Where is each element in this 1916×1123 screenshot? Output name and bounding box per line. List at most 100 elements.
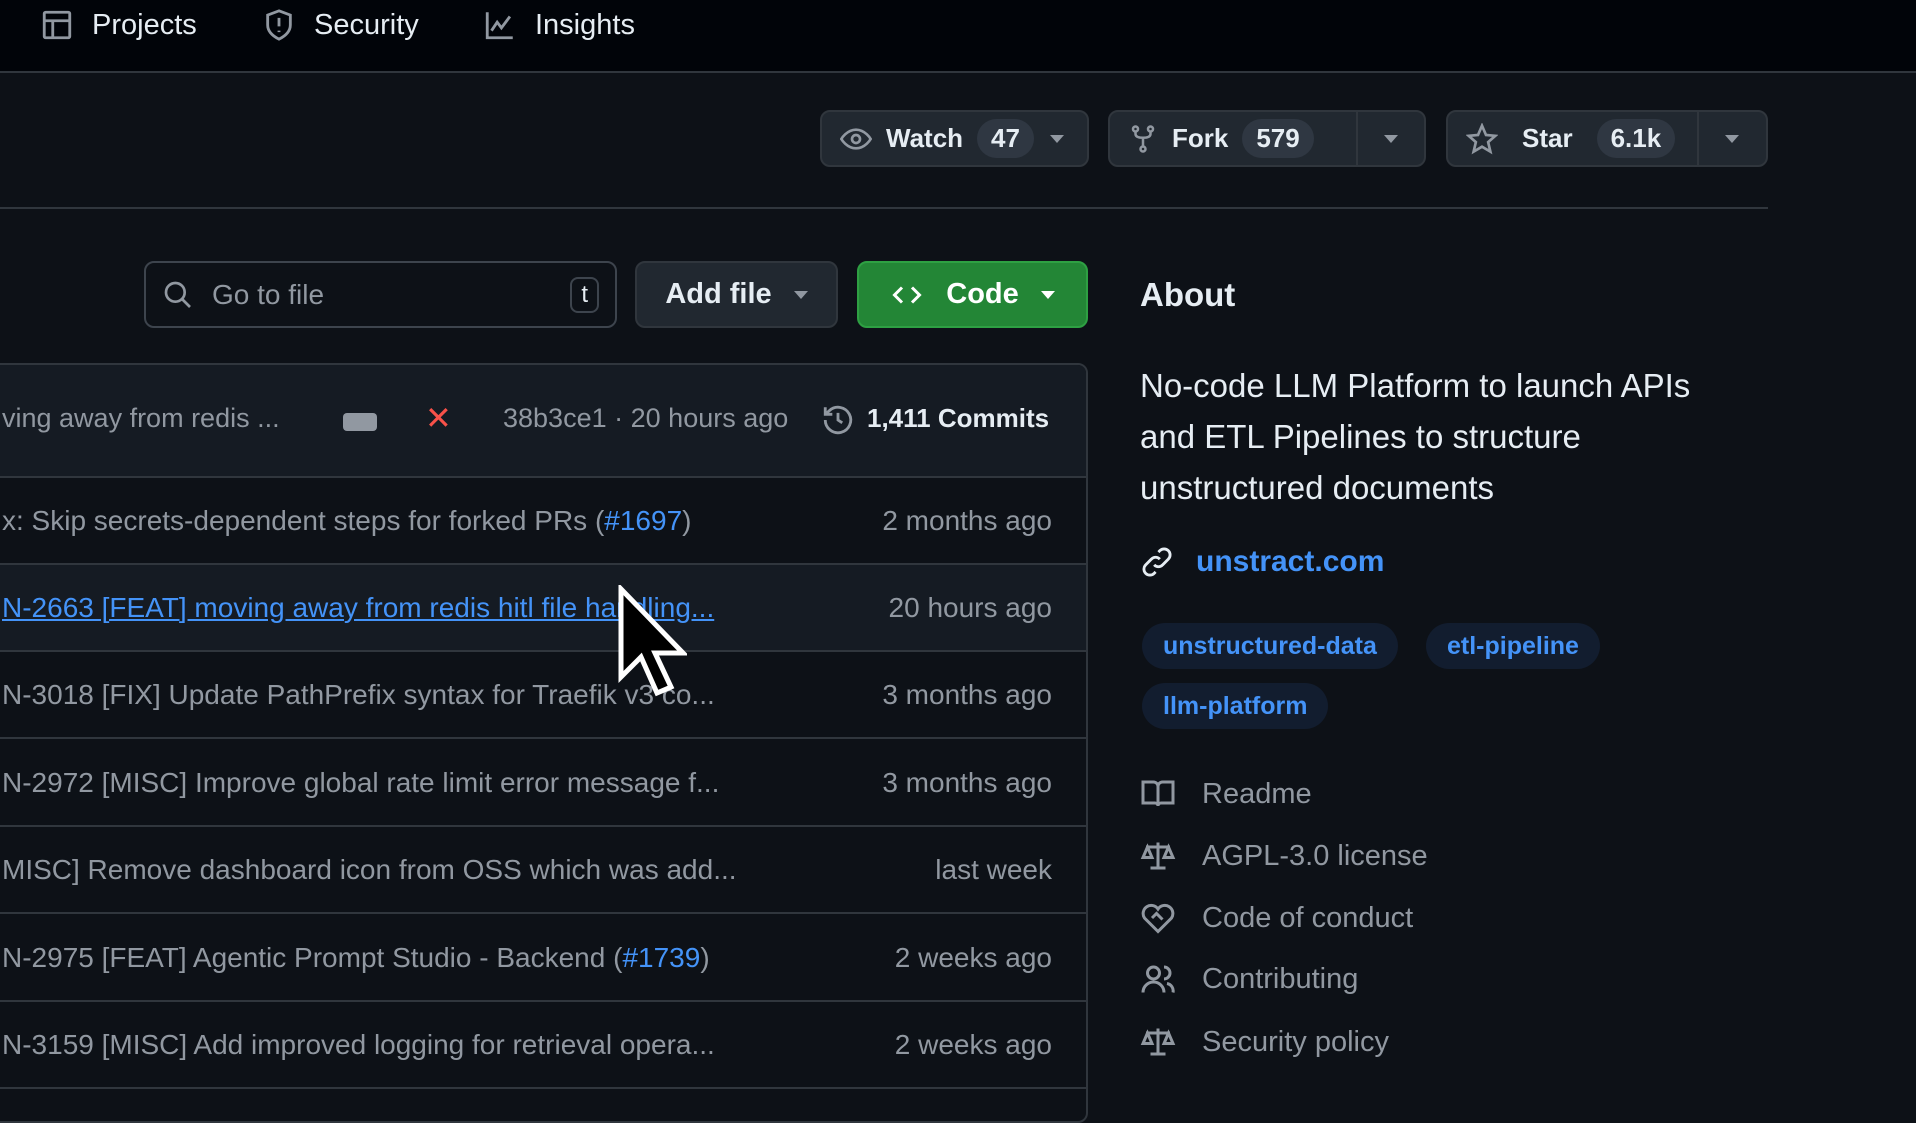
shield-icon [266, 9, 292, 41]
commit-message-end: ) [700, 941, 710, 973]
add-file-label: Add file [665, 278, 772, 310]
chevron-down-icon [1384, 134, 1399, 143]
separator: · [614, 403, 624, 433]
divider [0, 207, 1768, 209]
nav-label: Security [314, 8, 419, 41]
table-row[interactable]: x: Skip secrets-dependent steps for fork… [0, 478, 1086, 565]
about-heading: About [1140, 276, 1236, 313]
commit-message[interactable]: N-2663 [FEAT] moving away from redis hit… [2, 592, 714, 624]
latest-commit-message[interactable]: ving away from redis ... [2, 403, 280, 434]
link-label: Readme [1202, 777, 1312, 810]
commit-message-end: ) [682, 504, 692, 536]
commit-message[interactable]: MISC] Remove dashboard icon from OSS whi… [2, 854, 737, 886]
commit-message[interactable]: N-3018 [FIX] Update PathPrefix syntax fo… [2, 679, 715, 711]
commit-message[interactable]: x: Skip secrets-dependent steps for fork… [2, 505, 604, 536]
ellipsis-expand-icon[interactable] [343, 413, 377, 431]
graph-icon [485, 12, 513, 40]
table-icon [42, 10, 72, 40]
law-icon [1140, 842, 1176, 870]
chevron-down-icon [1725, 134, 1740, 143]
fork-icon [1131, 124, 1155, 153]
code-icon [892, 285, 922, 304]
book-icon [1141, 780, 1175, 807]
fork-count: 579 [1242, 119, 1314, 158]
table-row[interactable]: N-3159 [MISC] Add improved logging for r… [0, 1002, 1086, 1089]
table-row[interactable]: N-3018 [FIX] Update PathPrefix syntax fo… [0, 652, 1086, 739]
code-of-conduct-link[interactable]: Code of conduct [1140, 900, 1413, 936]
mouse-cursor [618, 585, 687, 697]
nav-label: Insights [535, 8, 635, 41]
watch-label: Watch [886, 123, 964, 153]
commit-time: 20 hours ago [630, 403, 789, 433]
file-table: ving away from redis ... ✕ 38b3ce1 · 20 … [0, 363, 1088, 1123]
commit-message[interactable]: N-2975 [FEAT] Agentic Prompt Studio - Ba… [2, 942, 622, 973]
nav-projects[interactable]: Projects [40, 0, 197, 50]
link-label: Security policy [1202, 1025, 1389, 1058]
table-row[interactable]: N-2975 [FEAT] Agentic Prompt Studio - Ba… [0, 915, 1086, 1002]
fork-dropdown[interactable] [1356, 112, 1424, 165]
link-icon [1142, 547, 1172, 577]
latest-commit-bar: ving away from redis ... ✕ 38b3ce1 · 20 … [0, 365, 1086, 478]
failed-status-icon[interactable]: ✕ [425, 399, 452, 437]
law-icon [1140, 1028, 1176, 1056]
star-dropdown[interactable] [1696, 112, 1766, 165]
topic-tag[interactable]: etl-pipeline [1426, 623, 1600, 669]
star-icon [1466, 122, 1498, 154]
search-placeholder: Go to file [212, 278, 325, 310]
website-link[interactable]: unstract.com [1140, 545, 1384, 579]
description-line: and ETL Pipelines to structure [1140, 418, 1581, 455]
link-label: AGPL-3.0 license [1202, 839, 1428, 872]
commits-link[interactable]: 1,411 Commits [867, 403, 1049, 434]
star-label: Star [1522, 123, 1573, 153]
link-label: Code of conduct [1202, 901, 1414, 934]
topic-tag[interactable]: llm-platform [1142, 683, 1329, 729]
chevron-down-icon [793, 290, 808, 299]
star-count: 6.1k [1596, 119, 1676, 158]
link-label: Contributing [1202, 962, 1359, 995]
repo-nav: Projects Security Insights [0, 0, 1916, 73]
row-time: 3 months ago [882, 678, 1052, 710]
chevron-down-icon [1049, 134, 1064, 143]
code-label: Code [946, 278, 1019, 310]
nav-insights[interactable]: Insights [483, 0, 635, 50]
watch-count: 47 [977, 119, 1034, 158]
table-row[interactable]: MISC] Remove dashboard icon from OSS whi… [0, 827, 1086, 914]
security-policy-link[interactable]: Security policy [1140, 1024, 1389, 1060]
commit-sha[interactable]: 38b3ce1 [503, 403, 607, 433]
code-of-conduct-icon [1141, 903, 1175, 934]
description-line: No-code LLM Platform to launch APIs [1140, 367, 1691, 404]
watch-button[interactable]: Watch 47 [820, 110, 1089, 167]
description-line: unstructured documents [1140, 469, 1495, 506]
fork-label: Fork [1172, 123, 1229, 153]
pr-link[interactable]: #1739 [622, 942, 700, 973]
people-icon [1141, 965, 1175, 993]
about-description: No-code LLM Platform to launch APIs and … [1140, 360, 1690, 513]
history-icon [823, 405, 853, 435]
row-time: last week [935, 853, 1052, 885]
topic-tag[interactable]: unstructured-data [1142, 623, 1398, 669]
fork-button[interactable]: Fork 579 [1108, 110, 1426, 167]
row-time: 2 weeks ago [894, 941, 1052, 973]
search-icon [164, 281, 191, 308]
commit-message[interactable]: N-2972 [MISC] Improve global rate limit … [2, 767, 719, 799]
code-button[interactable]: Code [857, 261, 1088, 328]
readme-link[interactable]: Readme [1140, 776, 1312, 812]
go-to-file-input[interactable]: Go to file t [144, 261, 617, 328]
table-row[interactable]: N-2663 [FEAT] moving away from redis hit… [0, 565, 1086, 652]
license-link[interactable]: AGPL-3.0 license [1140, 838, 1428, 874]
star-button[interactable]: Star 6.1k [1446, 110, 1768, 167]
shortcut-key: t [570, 276, 599, 313]
nav-security[interactable]: Security [262, 0, 419, 50]
table-row[interactable]: N-2972 [MISC] Improve global rate limit … [0, 740, 1086, 827]
commit-message[interactable]: N-3159 [MISC] Add improved logging for r… [2, 1029, 715, 1061]
row-time: 3 months ago [882, 766, 1052, 798]
add-file-button[interactable]: Add file [635, 261, 838, 328]
nav-label: Projects [92, 8, 197, 41]
row-time: 20 hours ago [888, 591, 1052, 623]
contributing-link[interactable]: Contributing [1140, 961, 1358, 997]
row-time: 2 weeks ago [894, 1028, 1052, 1060]
website-url[interactable]: unstract.com [1196, 545, 1384, 579]
chevron-down-icon [1040, 290, 1055, 299]
pr-link[interactable]: #1697 [604, 505, 682, 536]
eye-icon [840, 127, 872, 150]
